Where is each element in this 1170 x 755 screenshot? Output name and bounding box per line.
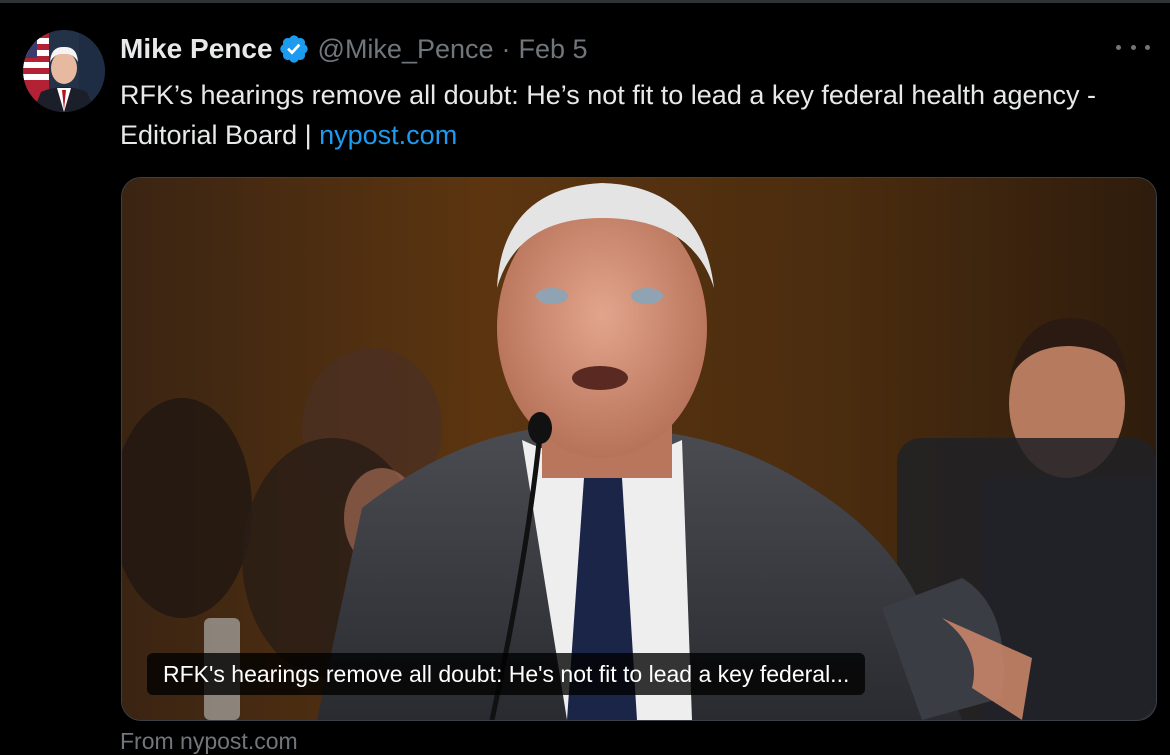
handle[interactable]: @Mike_Pence (318, 34, 494, 65)
tweet-text: RFK’s hearings remove all doubt: He’s no… (120, 75, 1140, 155)
tweet-date[interactable]: Feb 5 (519, 34, 588, 65)
dot-icon (1116, 44, 1121, 50)
tweet[interactable]: Mike Pence @Mike_Pence · Feb 5 RFK’s hea… (0, 3, 1170, 754)
card-caption: RFK's hearings remove all doubt: He's no… (147, 653, 866, 695)
card-source[interactable]: From nypost.com (120, 728, 298, 755)
card-image (122, 178, 1156, 720)
more-options-icon[interactable] (1116, 35, 1150, 59)
tweet-link[interactable]: nypost.com (319, 120, 457, 150)
separator-dot: · (501, 33, 511, 64)
tweet-body: RFK’s hearings remove all doubt: He’s no… (120, 80, 1097, 150)
display-name[interactable]: Mike Pence (120, 33, 273, 65)
dot-icon (1130, 44, 1136, 50)
dot-icon (1145, 44, 1150, 50)
verified-badge-icon[interactable] (278, 33, 310, 65)
avatar-photo (23, 30, 105, 112)
avatar[interactable] (23, 30, 105, 112)
tweet-header: Mike Pence @Mike_Pence · Feb 5 (120, 29, 588, 69)
link-card[interactable]: RFK's hearings remove all doubt: He's no… (121, 177, 1157, 721)
